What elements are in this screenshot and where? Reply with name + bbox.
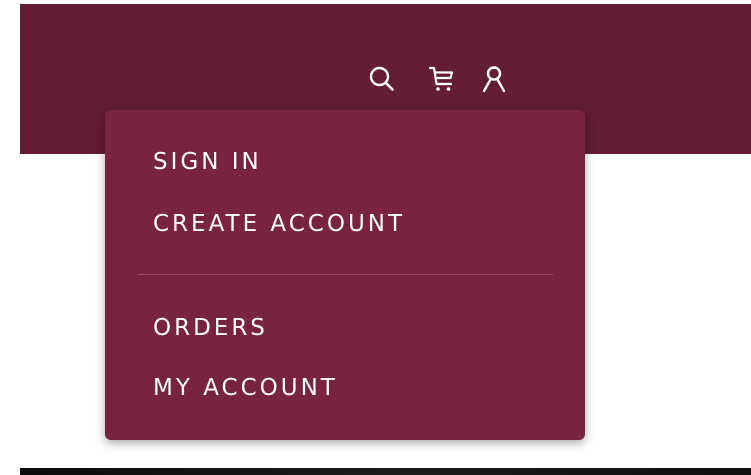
hero-image-edge xyxy=(20,468,751,475)
my-account-link[interactable]: MY ACCOUNT xyxy=(153,373,338,403)
account-dropdown-menu: SIGN IN CREATE ACCOUNT ORDERS MY ACCOUNT xyxy=(105,110,585,440)
menu-divider xyxy=(138,274,553,275)
cart-button[interactable] xyxy=(425,62,459,96)
create-account-link[interactable]: CREATE ACCOUNT xyxy=(153,209,405,239)
sign-in-link[interactable]: SIGN IN xyxy=(153,147,262,177)
orders-link[interactable]: ORDERS xyxy=(153,313,268,343)
user-icon xyxy=(482,66,506,93)
search-icon xyxy=(369,66,394,91)
account-button[interactable] xyxy=(477,62,511,96)
search-button[interactable] xyxy=(365,62,399,96)
cart-icon xyxy=(428,66,454,91)
